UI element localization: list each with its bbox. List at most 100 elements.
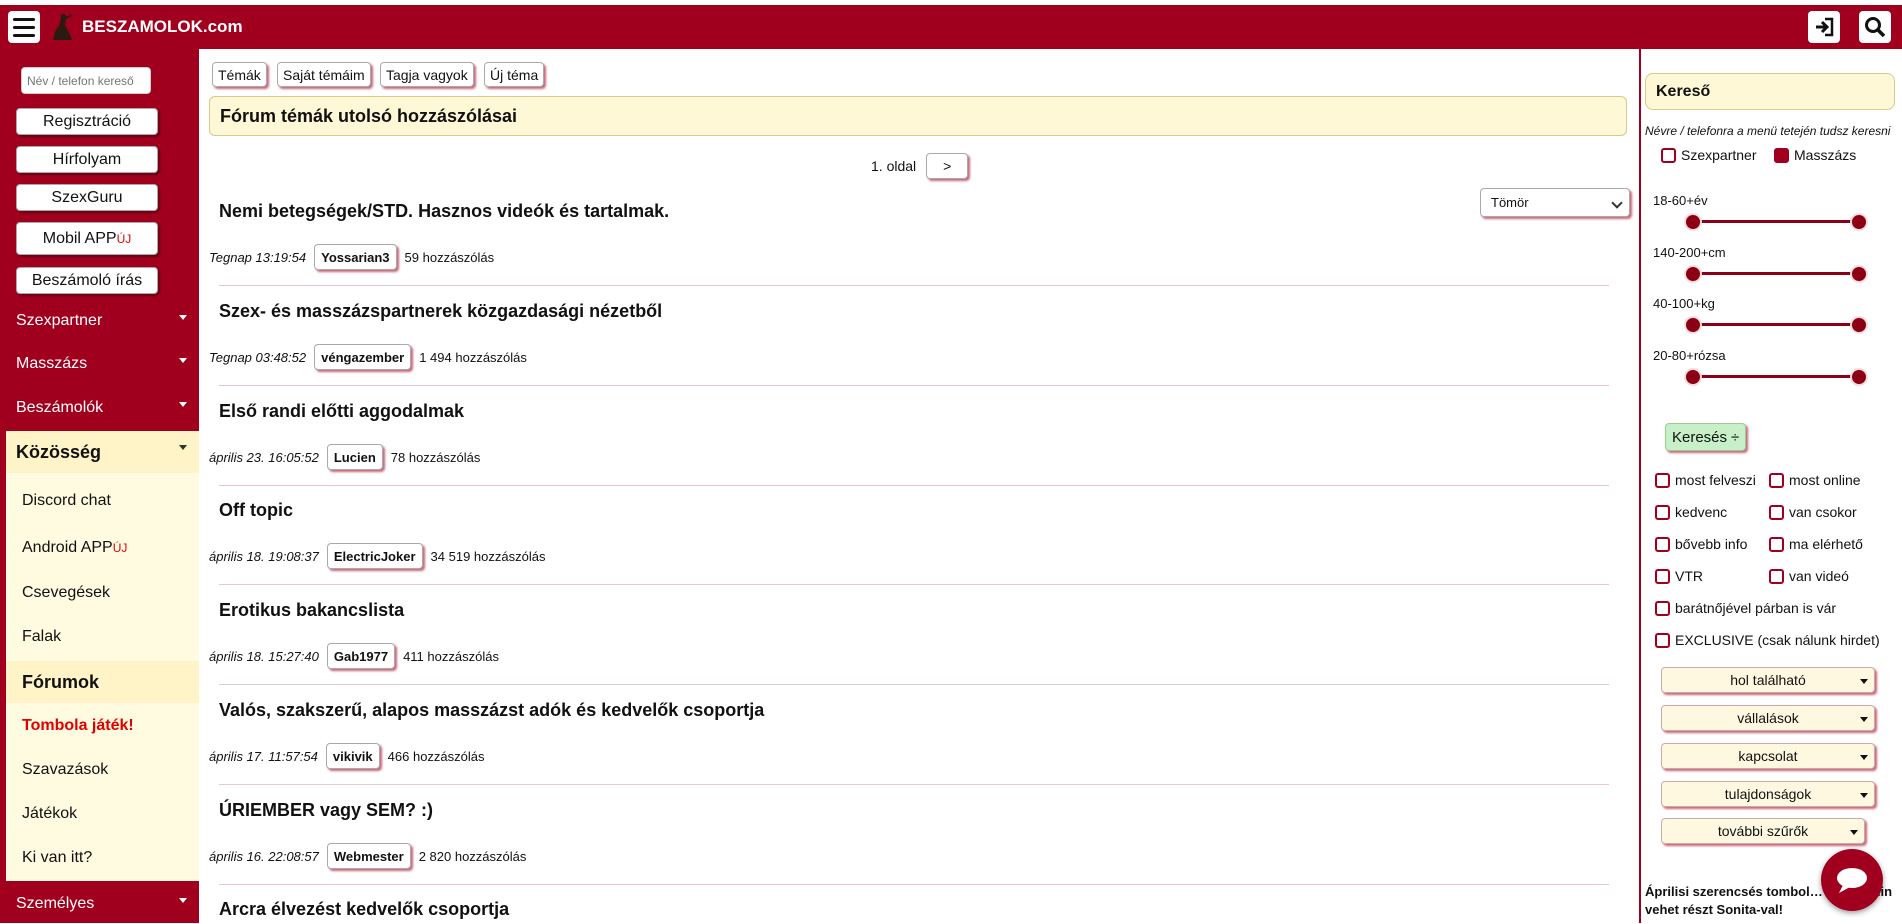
- sidebar-item-beszamolok[interactable]: Beszámolók: [0, 388, 199, 428]
- newsfeed-button[interactable]: Hírfolyam: [16, 146, 158, 173]
- sidebar-item-szemelyes[interactable]: Személyes: [0, 884, 199, 924]
- topic-title[interactable]: ÚRIEMBER vagy SEM? :): [219, 800, 433, 821]
- sidebar-item-label: Szexpartner: [16, 312, 103, 329]
- topic-user[interactable]: vikivik: [325, 743, 380, 769]
- filter-checkbox[interactable]: barátnőjével párban is vár: [1655, 600, 1836, 616]
- topic-user[interactable]: ElectricJoker: [326, 543, 423, 569]
- topic-title[interactable]: Off topic: [219, 500, 293, 521]
- topic-title[interactable]: Arcra élvezést kedvelők csoportja: [219, 899, 509, 920]
- checkbox-masszazs[interactable]: Masszázs: [1774, 147, 1856, 163]
- topic-count: 2 820 hozzászólás: [418, 848, 527, 864]
- topic-meta: április 16. 22:08:57 Webmester 2 820 hoz…: [209, 842, 526, 870]
- community-item-raffle[interactable]: Tombola játék!: [6, 706, 199, 746]
- new-badge: ÚJ: [112, 541, 128, 555]
- tab-member-of[interactable]: Tagja vagyok: [380, 62, 474, 87]
- slider-min-handle[interactable]: [1684, 213, 1702, 231]
- contact-dropdown[interactable]: kapcsolat: [1661, 743, 1875, 769]
- topic-count: 34 519 hozzászólás: [430, 548, 546, 564]
- main-content: Témák Saját témáim Tagja vagyok Új téma …: [199, 49, 1639, 923]
- register-button[interactable]: Regisztráció: [16, 108, 158, 135]
- topic-user[interactable]: Lucien: [326, 444, 383, 470]
- slider-max-handle[interactable]: [1850, 213, 1868, 231]
- sidebar-item-kozosseg[interactable]: Közösség: [6, 431, 199, 473]
- top-bar: BESZAMOLOK.com: [0, 5, 1902, 49]
- topic-title[interactable]: Valós, szakszerű, alapos masszázst adók …: [219, 700, 764, 721]
- weight-range-slider[interactable]: 40-100+kg: [1653, 296, 1868, 336]
- filter-checkbox[interactable]: ma elérhető: [1769, 536, 1863, 552]
- filter-checkbox[interactable]: van csokor: [1769, 504, 1857, 520]
- topic-user[interactable]: Gab1977: [326, 643, 396, 669]
- site-logo[interactable]: BESZAMOLOK.com: [50, 11, 243, 43]
- topic-user[interactable]: Webmester: [326, 843, 411, 869]
- hamburger-menu-button[interactable]: [8, 11, 40, 43]
- slider-min-handle[interactable]: [1684, 316, 1702, 334]
- more-filters-dropdown[interactable]: további szűrők: [1661, 818, 1865, 844]
- chat-fab-button[interactable]: [1821, 849, 1883, 911]
- tab-new-topic[interactable]: Új téma: [484, 62, 545, 87]
- caret-down-icon: [1860, 717, 1868, 722]
- slider-min-handle[interactable]: [1684, 368, 1702, 386]
- topic-row: Első randi előtti aggodalmak április 23.…: [209, 401, 1629, 501]
- tab-topics[interactable]: Témák: [212, 62, 267, 87]
- search-button[interactable]: [1859, 11, 1891, 43]
- filter-checkbox[interactable]: EXCLUSIVE (csak nálunk hirdet): [1655, 632, 1880, 648]
- height-range-slider[interactable]: 140-200+cm: [1653, 245, 1868, 285]
- topic-meta: Tegnap 03:48:52 véngazember 1 494 hozzás…: [209, 343, 527, 371]
- topic-user[interactable]: Yossarian3: [314, 244, 397, 270]
- topic-meta: Tegnap 13:19:54 Yossarian3 59 hozzászólá…: [209, 243, 494, 271]
- sidebar-item-szexpartner[interactable]: Szexpartner: [0, 301, 199, 341]
- divider: [219, 584, 1609, 585]
- tab-my-topics[interactable]: Saját témáim: [277, 62, 371, 87]
- slider-max-handle[interactable]: [1850, 316, 1868, 334]
- slider-min-handle[interactable]: [1684, 265, 1702, 283]
- topic-date: április 18. 19:08:37: [209, 548, 319, 564]
- search-submit-button[interactable]: Keresés ÷: [1665, 423, 1747, 451]
- filter-checkbox[interactable]: most felveszi: [1655, 472, 1756, 488]
- slider-max-handle[interactable]: [1850, 368, 1868, 386]
- properties-dropdown[interactable]: tulajdonságok: [1661, 781, 1875, 807]
- topic-date: Tegnap 13:19:54: [209, 249, 307, 265]
- topic-user[interactable]: véngazember: [314, 344, 412, 370]
- topic-row: Szex- és masszázspartnerek közgazdasági …: [209, 301, 1629, 401]
- filter-checkbox[interactable]: van videó: [1769, 568, 1849, 584]
- services-dropdown[interactable]: vállalások: [1661, 705, 1875, 731]
- divider: [219, 385, 1609, 386]
- checkbox-label: Masszázs: [1794, 147, 1857, 163]
- community-item-walls[interactable]: Falak: [6, 617, 199, 657]
- search-icon: [1865, 17, 1886, 38]
- name-phone-search-input[interactable]: [21, 67, 151, 94]
- community-item-discord[interactable]: Discord chat: [6, 481, 199, 521]
- checkbox-szexpartner[interactable]: Szexpartner: [1661, 147, 1756, 163]
- next-page-button[interactable]: >: [926, 153, 969, 179]
- community-item-forums[interactable]: Fórumok: [6, 661, 199, 703]
- topic-title[interactable]: Erotikus bakancslista: [219, 600, 404, 621]
- price-range-slider[interactable]: 20-80+rózsa: [1653, 348, 1868, 388]
- community-item-who-is-here[interactable]: Ki van itt?: [6, 838, 199, 878]
- age-range-slider[interactable]: 18-60+év: [1653, 193, 1868, 233]
- sidebar-item-masszazs[interactable]: Masszázs: [0, 344, 199, 384]
- filter-checkbox[interactable]: VTR: [1655, 568, 1703, 584]
- topic-count: 1 494 hozzászólás: [419, 349, 527, 365]
- filter-checkbox[interactable]: kedvenc: [1655, 504, 1727, 520]
- slider-max-handle[interactable]: [1850, 265, 1868, 283]
- checkbox-box: [1661, 147, 1676, 163]
- write-report-button[interactable]: Beszámoló írás: [16, 267, 158, 294]
- topic-title[interactable]: Nemi betegségek/STD. Hasznos videók és t…: [219, 201, 669, 222]
- sidebar-item-label: Beszámolók: [16, 399, 104, 416]
- community-item-games[interactable]: Játékok: [6, 794, 199, 834]
- sexguru-button[interactable]: SzexGuru: [16, 184, 158, 211]
- divider: [219, 285, 1609, 286]
- filter-checkbox[interactable]: most online: [1769, 472, 1861, 488]
- community-title: Közösség: [16, 441, 102, 462]
- topic-title[interactable]: Első randi előtti aggodalmak: [219, 401, 464, 422]
- divider: [219, 784, 1609, 785]
- login-button[interactable]: [1808, 11, 1840, 43]
- community-item-android-app[interactable]: Android APP ÚJ: [6, 528, 199, 568]
- community-item-chats[interactable]: Csevegések: [6, 573, 199, 613]
- mobile-app-button[interactable]: Mobil APP ÚJ: [16, 222, 158, 255]
- topic-title[interactable]: Szex- és masszázspartnerek közgazdasági …: [219, 301, 662, 322]
- caret-down-icon: [1860, 793, 1868, 798]
- location-dropdown[interactable]: hol található: [1661, 667, 1875, 693]
- community-item-polls[interactable]: Szavazások: [6, 750, 199, 790]
- filter-checkbox[interactable]: bővebb info: [1655, 536, 1747, 552]
